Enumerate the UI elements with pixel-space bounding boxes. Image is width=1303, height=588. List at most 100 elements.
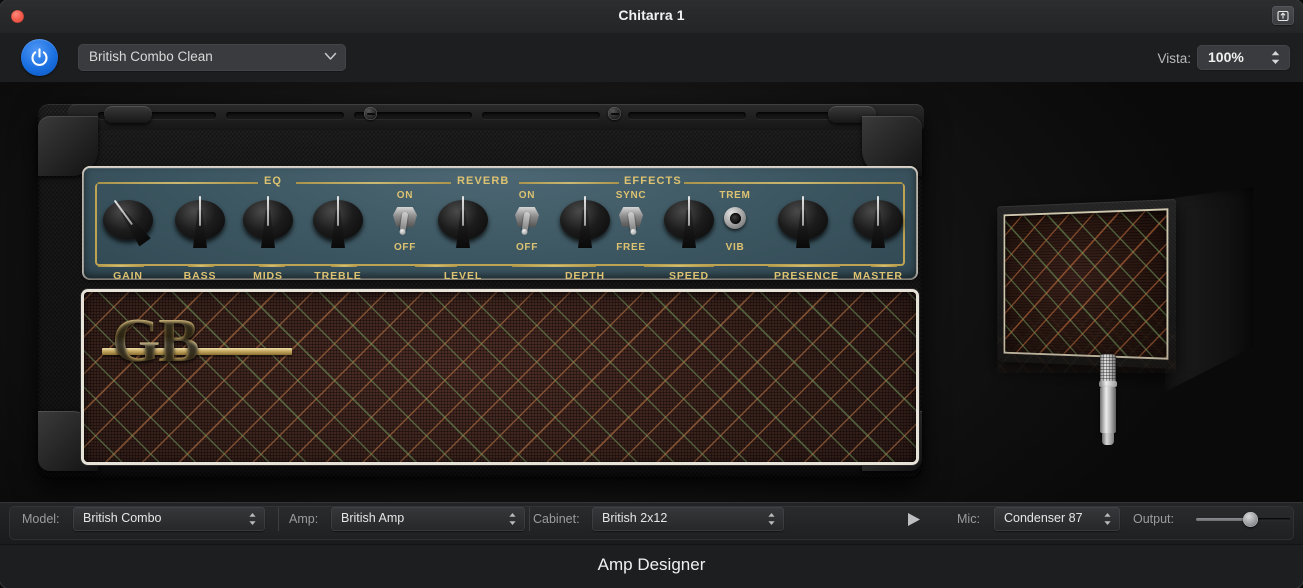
cabinet-dropdown[interactable]: British 2x12 [592,507,784,531]
toggle-label-bottom: OFF [382,242,428,253]
label-rule [768,265,840,267]
label-rule [871,265,897,267]
amp-head[interactable]: EQ REVERB EFFECTS [22,86,937,489]
preset-value: British Combo Clean [89,49,213,64]
zoom-dropdown[interactable]: 100% [1197,45,1290,70]
microphone-tip [1102,433,1114,445]
section-label-reverb: REVERB [457,175,509,187]
power-icon [29,47,50,68]
toggle-label-top: SYNC [608,190,654,201]
stepper-up-down-icon [508,512,517,526]
mic-dropdown[interactable]: Condenser 87 [994,507,1120,531]
bottom-toolbar: Model: British Combo Amp: British Amp Ca… [0,502,1303,544]
amp-label: Amp: [289,512,318,526]
knob-master[interactable]: MASTER [849,194,907,244]
toggle-label-bottom: OFF [504,242,550,253]
footer-bar: Amp Designer [0,544,1303,588]
screw-icon [608,107,621,120]
toolbar-divider [529,507,530,531]
knob-gain[interactable]: GAIN [99,194,157,244]
share-export-button[interactable] [1272,6,1294,25]
section-label-effects: EFFECTS [624,175,682,187]
cabinet-label: Cabinet: [533,512,580,526]
amp-handle-mount [104,106,152,123]
toggle-trem-vib[interactable]: TREM VIB [712,190,758,260]
knob-label: SPEED [660,270,718,282]
toggle-label-top: ON [504,190,550,201]
section-rule [98,182,258,184]
output-slider[interactable] [1196,516,1290,522]
amp-logo: GB [112,310,198,372]
knob-depth[interactable]: DEPTH [556,194,614,244]
preset-dropdown[interactable]: British Combo Clean [78,44,346,71]
toggle-label-top: ON [382,190,428,201]
stepper-up-down-icon [767,512,776,526]
toggle-sync-free[interactable]: SYNC FREE [608,190,654,260]
condenser-microphone[interactable] [1097,354,1119,446]
toggle-label-bottom: FREE [608,242,654,253]
chevron-down-icon [324,52,337,61]
toggle-reverb-onoff[interactable]: ON OFF [382,190,428,260]
toggle-effects-onoff[interactable]: ON OFF [504,190,550,260]
amp-stage: EQ REVERB EFFECTS [0,82,1303,502]
knob-treble[interactable]: TREBLE [309,194,367,244]
microphone-head-icon [1100,354,1116,382]
knob-level[interactable]: LEVEL [434,194,492,244]
knob-label: MASTER [849,270,907,282]
stepper-up-down-icon [1103,512,1112,526]
play-button[interactable] [906,512,922,527]
amp-value: British Amp [341,511,404,525]
plugin-name: Amp Designer [0,555,1303,575]
model-value: British Combo [83,511,162,525]
zoom-label: Vista: [1157,51,1191,66]
amp-top-panel [68,104,924,130]
vent-slot [482,112,600,119]
title-bar: Chitarra 1 [0,0,1303,33]
slider-thumb[interactable] [1243,512,1258,527]
knob-bass[interactable]: BASS [171,194,229,244]
section-rule [519,182,619,184]
microphone-body [1100,387,1116,433]
toggle-label-bottom: VIB [712,242,758,253]
toggle-label-top: TREM [712,190,758,201]
stepper-up-down-icon [248,512,257,526]
label-rule [188,265,214,267]
knob-speed[interactable]: SPEED [660,194,718,244]
round-switch [724,207,746,229]
corner-protector [38,116,98,176]
section-rule [684,182,902,184]
cabinet-reflection [997,311,1176,373]
knob-label: GAIN [99,270,157,282]
cabinet-side-panel [1165,187,1253,392]
knob-mids[interactable]: MIDS [239,194,297,244]
knob-presence[interactable]: PRESENCE [774,194,832,244]
amp-control-panel: EQ REVERB EFFECTS [84,168,916,278]
window-title: Chitarra 1 [0,7,1303,23]
plugin-window: Chitarra 1 British Combo Clean Vista: 10… [0,0,1303,588]
stepper-up-down-icon [1270,50,1281,65]
vent-slot [226,112,344,119]
label-rule [259,265,285,267]
knob-label: TREBLE [309,270,367,282]
slider-fill [1196,518,1249,521]
power-button[interactable] [21,39,58,76]
label-rule [644,265,714,267]
preset-header-bar: British Combo Clean Vista: 100% [0,33,1303,82]
model-label: Model: [22,512,60,526]
knob-label: MIDS [239,270,297,282]
screw-icon [364,107,377,120]
label-rule [98,265,144,267]
label-rule [512,265,596,267]
model-dropdown[interactable]: British Combo [73,507,265,531]
label-rule [331,265,357,267]
mic-value: Condenser 87 [1004,511,1083,525]
corner-protector [862,116,922,176]
section-label-eq: EQ [264,175,282,187]
amp-dropdown[interactable]: British Amp [331,507,525,531]
section-rule [296,182,451,184]
knob-label: PRESENCE [774,270,832,282]
label-rule [415,265,457,267]
cabinet-value: British 2x12 [602,511,667,525]
zoom-value: 100% [1208,49,1244,65]
output-label: Output: [1133,512,1174,526]
